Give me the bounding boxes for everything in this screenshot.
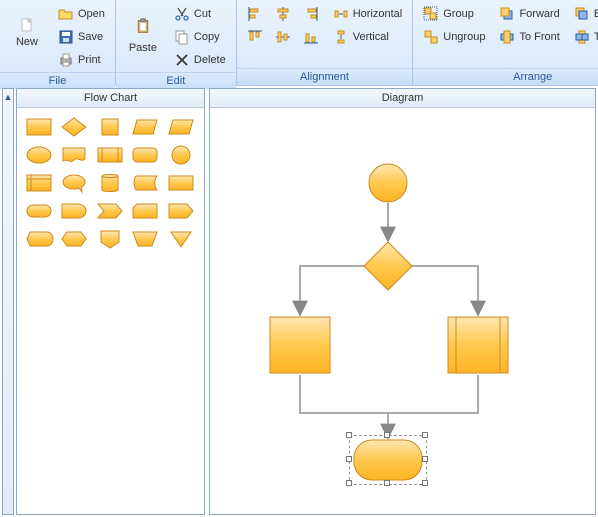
cut-button[interactable]: Cut: [170, 4, 230, 24]
open-button[interactable]: Open: [54, 4, 109, 24]
node-process-left[interactable]: [269, 316, 331, 377]
tofront-button[interactable]: To Front: [495, 27, 563, 47]
shape-document[interactable]: [60, 144, 88, 166]
print-icon: [58, 52, 74, 68]
copy-button[interactable]: Copy: [170, 27, 230, 47]
save-icon: [58, 29, 74, 45]
diagram-panel: Diagram: [209, 88, 596, 515]
group-icon: [423, 6, 439, 22]
shape-predefined[interactable]: [96, 144, 124, 166]
align-top-icon: [247, 29, 263, 45]
group-edit-label: Edit: [116, 72, 236, 89]
group-arrange-label: Arrange: [413, 68, 598, 85]
copy-icon: [174, 29, 190, 45]
group-edit: Paste Cut Copy Delete Edit: [116, 0, 237, 85]
toback-button[interactable]: To Back: [570, 27, 598, 47]
cut-icon: [174, 6, 190, 22]
chevron-up-icon: ▲: [4, 92, 13, 102]
shape-chevron[interactable]: [96, 200, 124, 222]
shape-manual-op[interactable]: [131, 228, 159, 250]
sidebar-title: Flow Chart: [17, 89, 204, 108]
align-left-icon: [247, 6, 263, 22]
align-right-icon: [303, 6, 319, 22]
group-alignment-label: Alignment: [237, 68, 413, 85]
forward-button[interactable]: Forward: [495, 4, 563, 24]
shape-hexagon[interactable]: [60, 228, 88, 250]
new-label: New: [16, 36, 38, 48]
ribbon: New Open Save Print File: [0, 0, 598, 86]
node-terminator-selected[interactable]: [353, 439, 423, 484]
backward-icon: [574, 6, 590, 22]
node-decision-diamond[interactable]: [363, 241, 413, 294]
group-alignment: Horizontal Vertical Alignment: [237, 0, 414, 85]
paste-icon: [131, 12, 155, 40]
forward-icon: [499, 6, 515, 22]
shape-rectangle[interactable]: [25, 116, 53, 138]
group-arrange: Group Ungroup Forward To Front Backward …: [413, 0, 598, 85]
shape-stored-data[interactable]: [131, 172, 159, 194]
backward-button[interactable]: Backward: [570, 4, 598, 24]
shape-merge[interactable]: [167, 228, 195, 250]
shapes-palette: [17, 108, 204, 258]
align-left-button[interactable]: [243, 4, 267, 24]
shape-card[interactable]: [131, 200, 159, 222]
shape-circle[interactable]: [167, 144, 195, 166]
paste-button[interactable]: Paste: [122, 4, 164, 62]
shape-trapezoid[interactable]: [131, 116, 159, 138]
ungroup-button[interactable]: Ungroup: [419, 27, 489, 47]
align-middle-button[interactable]: [271, 27, 295, 47]
group-file: New Open Save Print File: [0, 0, 116, 85]
toback-icon: [574, 29, 590, 45]
align-top-button[interactable]: [243, 27, 267, 47]
sidebar-panel: Flow Chart: [16, 88, 205, 515]
dist-horizontal-button[interactable]: Horizontal: [329, 4, 407, 24]
align-center-button[interactable]: [271, 4, 295, 24]
shape-offpage[interactable]: [96, 228, 124, 250]
align-bottom-icon: [303, 29, 319, 45]
align-center-icon: [275, 6, 291, 22]
shape-display[interactable]: [25, 228, 53, 250]
sidebar-collapse-button[interactable]: ▲: [2, 88, 14, 515]
save-button[interactable]: Save: [54, 27, 109, 47]
tofront-icon: [499, 29, 515, 45]
align-right-button[interactable]: [299, 4, 323, 24]
dist-vertical-button[interactable]: Vertical: [329, 27, 407, 47]
node-start-circle[interactable]: [368, 163, 408, 206]
workspace: ▲ Flow Chart: [0, 86, 598, 517]
open-icon: [58, 6, 74, 22]
shape-delay[interactable]: [60, 200, 88, 222]
delete-icon: [174, 52, 190, 68]
shape-tag[interactable]: [167, 200, 195, 222]
shape-ellipse[interactable]: [25, 144, 53, 166]
shape-rounded[interactable]: [131, 144, 159, 166]
shape-process2[interactable]: [167, 172, 195, 194]
diagram-title: Diagram: [210, 89, 595, 108]
shape-square[interactable]: [96, 116, 124, 138]
shape-decision[interactable]: [60, 116, 88, 138]
print-button[interactable]: Print: [54, 50, 109, 70]
group-file-label: File: [0, 72, 115, 89]
shape-callout[interactable]: [60, 172, 88, 194]
shape-parallelogram[interactable]: [167, 116, 195, 138]
shape-terminator[interactable]: [25, 200, 53, 222]
align-middle-icon: [275, 29, 291, 45]
shape-internal-storage[interactable]: [25, 172, 53, 194]
ungroup-icon: [423, 29, 439, 45]
node-predefined-right[interactable]: [447, 316, 509, 377]
diagram-canvas[interactable]: [210, 108, 595, 514]
delete-button[interactable]: Delete: [170, 50, 230, 70]
new-icon: [19, 18, 35, 34]
group-button[interactable]: Group: [419, 4, 489, 24]
dist-vertical-icon: [333, 29, 349, 45]
new-button[interactable]: New: [6, 4, 48, 62]
align-bottom-button[interactable]: [299, 27, 323, 47]
shape-database[interactable]: [96, 172, 124, 194]
dist-horizontal-icon: [333, 6, 349, 22]
